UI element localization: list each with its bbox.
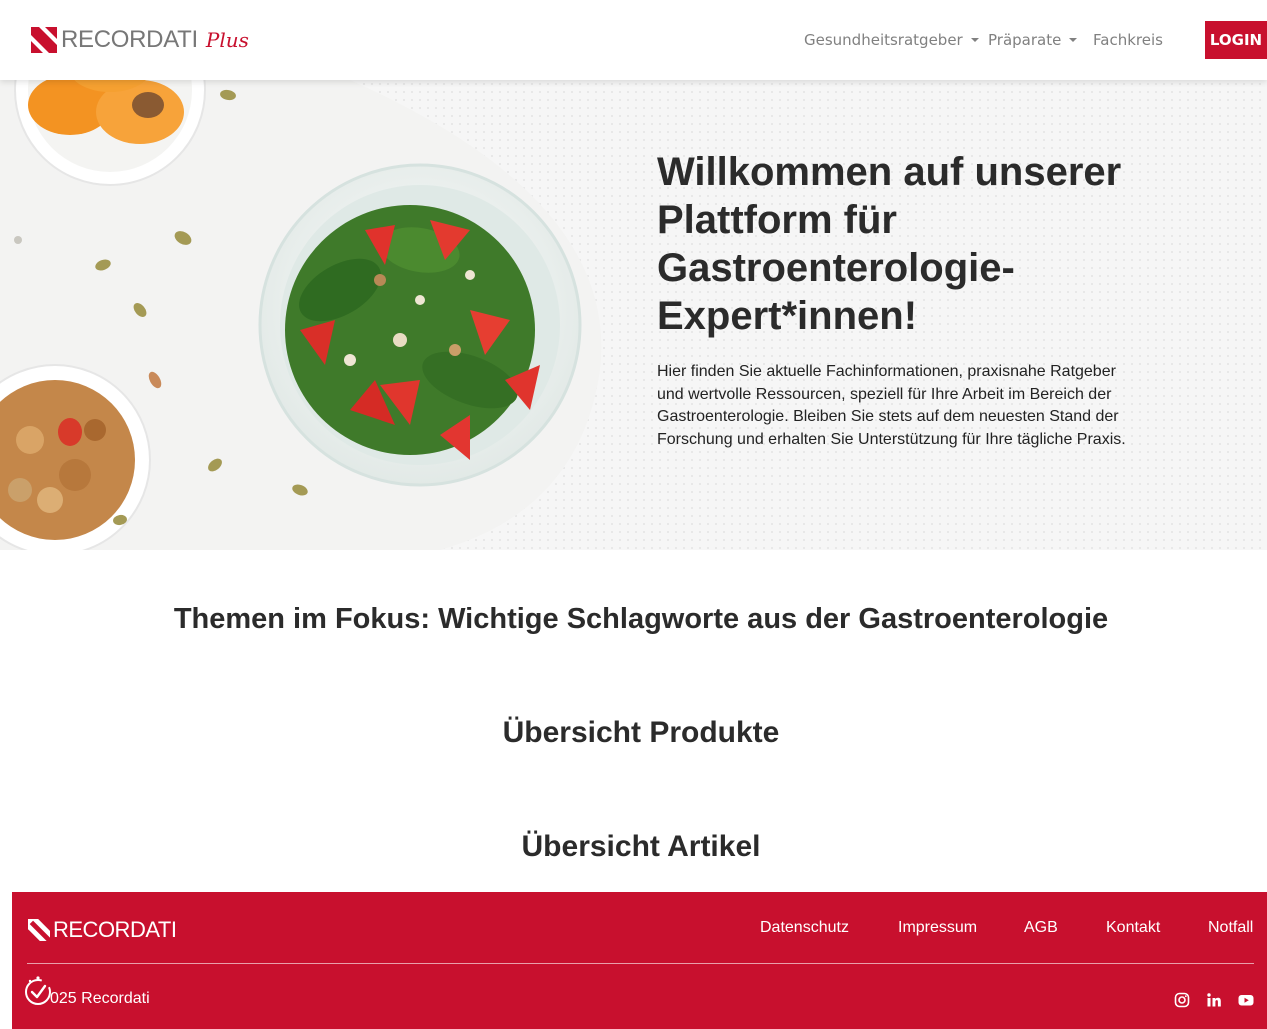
footer-divider bbox=[27, 963, 1254, 964]
site-footer: RECORDATI Datenschutz Impressum AGB Kont… bbox=[12, 892, 1267, 1029]
nav-praeparate[interactable]: Präparate bbox=[988, 0, 1078, 80]
recordati-logo-icon bbox=[28, 919, 50, 941]
hero-description: Hier finden Sie aktuelle Fachinformation… bbox=[657, 363, 1126, 448]
nav-label[interactable]: Fachkreis bbox=[1093, 31, 1163, 49]
themen-heading: Themen im Fokus: Wichtige Schlagworte au… bbox=[173, 603, 1109, 635]
produkte-heading: Übersicht Produkte bbox=[502, 716, 780, 749]
recordati-logo-icon bbox=[31, 27, 57, 53]
login-button[interactable]: LOGIN bbox=[1205, 21, 1267, 59]
hero-banner: Willkommen auf unserer Plattform für Gas… bbox=[0, 80, 1267, 550]
caret-down-icon bbox=[1069, 38, 1078, 42]
hero-food-image bbox=[0, 80, 602, 550]
nav-label: Gesundheitsratgeber bbox=[804, 31, 963, 49]
recordati-plus-logo[interactable]: RECORDATI Plus bbox=[31, 26, 249, 53]
footer-link-impressum[interactable]: Impressum bbox=[898, 919, 977, 937]
cookie-consent-icon[interactable] bbox=[22, 975, 54, 1007]
site-header: RECORDATI Plus Gesundheitsratgeber Präpa… bbox=[0, 0, 1267, 80]
footer-link-datenschutz[interactable]: Datenschutz bbox=[760, 919, 849, 937]
logo-plus-text: Plus bbox=[205, 28, 249, 52]
hero-text-block: Willkommen auf unserer Plattform für Gas… bbox=[657, 148, 1137, 451]
nav-gesundheitsratgeber[interactable]: Gesundheitsratgeber bbox=[804, 0, 979, 80]
nav-fachkreis[interactable]: Fachkreis bbox=[1093, 0, 1163, 80]
copyright-text: 025 Recordati bbox=[50, 990, 150, 1007]
hero-title: Willkommen auf unserer Plattform für Gas… bbox=[657, 150, 1122, 338]
youtube-icon[interactable] bbox=[1238, 992, 1254, 1008]
footer-logo-text: RECORDATI bbox=[53, 917, 177, 942]
nav-label: Präparate bbox=[988, 31, 1062, 49]
logo-brand-text: RECORDATI bbox=[61, 26, 198, 53]
footer-link-agb[interactable]: AGB bbox=[1024, 919, 1058, 937]
caret-down-icon bbox=[970, 38, 979, 42]
footer-link-notfall[interactable]: Notfall bbox=[1208, 919, 1253, 937]
footer-logo[interactable]: RECORDATI bbox=[28, 917, 177, 943]
instagram-icon[interactable] bbox=[1174, 992, 1190, 1008]
footer-link-kontakt[interactable]: Kontakt bbox=[1106, 919, 1160, 937]
linkedin-icon[interactable] bbox=[1206, 992, 1222, 1008]
artikel-heading: Übersicht Artikel bbox=[521, 830, 761, 863]
